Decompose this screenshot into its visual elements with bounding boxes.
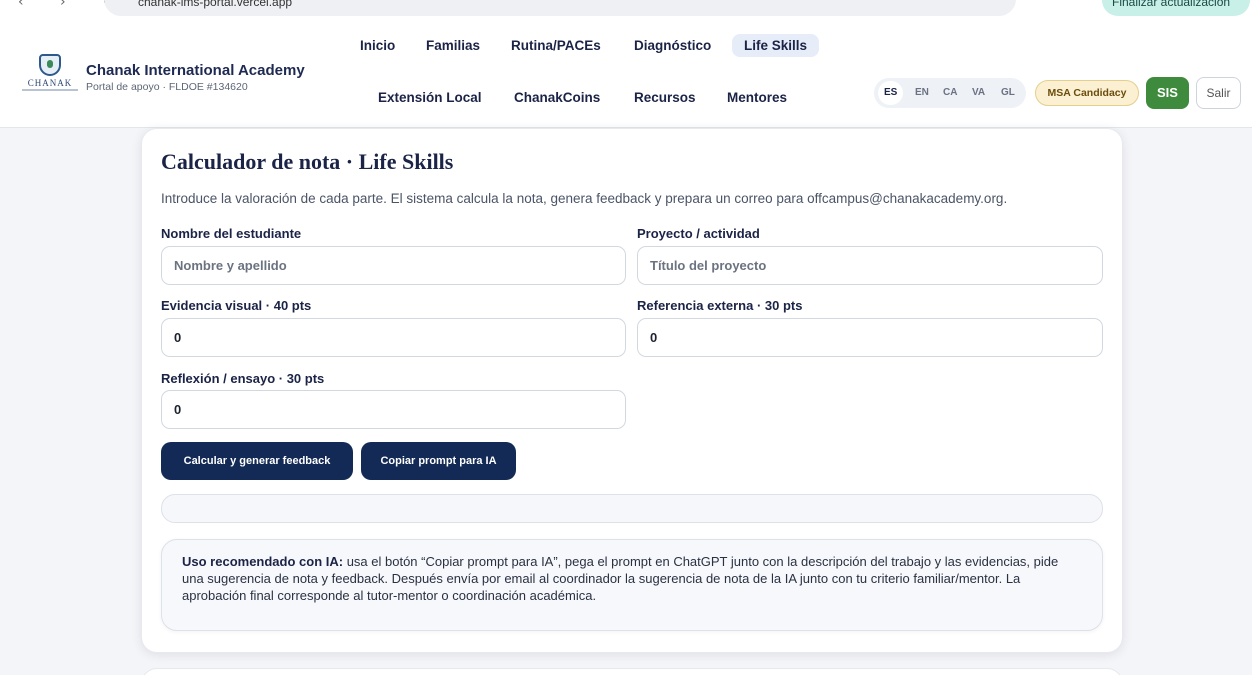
student-name-input[interactable] <box>161 246 626 285</box>
nav-familias[interactable]: Familias <box>426 38 480 53</box>
shield-icon <box>39 54 61 76</box>
logo-underline <box>22 89 78 91</box>
nav-rutina-paces[interactable]: Rutina/PACEs <box>511 38 601 53</box>
brand-name: Chanak International Academy <box>86 62 305 79</box>
brand-subtitle: Portal de apoyo · FLDOE #134620 <box>86 81 248 93</box>
project-input[interactable] <box>637 246 1103 285</box>
academy-logo[interactable]: CHANAK <box>22 54 78 94</box>
nav-mentores[interactable]: Mentores <box>727 90 787 105</box>
page-title: Calculador de nota · Life Skills <box>161 149 454 174</box>
browser-update-label[interactable]: Finalizar actualización <box>1112 0 1230 9</box>
lang-ca[interactable]: CA <box>943 87 957 98</box>
calculator-intro: Introduce la valoración de cada parte. E… <box>161 191 1008 206</box>
project-label: Proyecto / actividad <box>637 226 760 241</box>
nav-diagnostico[interactable]: Diagnóstico <box>634 38 711 53</box>
browser-toolbar: ‹ › ↻ chanak-lms-portal.vercel.app Final… <box>0 0 1252 18</box>
address-bar-url[interactable]: chanak-lms-portal.vercel.app <box>138 0 292 9</box>
nav-extension-local[interactable]: Extensión Local <box>378 90 482 105</box>
lang-va[interactable]: VA <box>972 87 985 98</box>
language-switcher: ES EN CA VA GL <box>874 78 1026 108</box>
visual-evidence-input[interactable] <box>161 318 626 357</box>
next-card <box>141 668 1123 675</box>
msa-candidacy-badge: MSA Candidacy <box>1035 80 1139 106</box>
copy-ai-prompt-button[interactable]: Copiar prompt para IA <box>361 442 516 480</box>
reflection-label: Reflexión / ensayo · 30 pts <box>161 371 325 386</box>
nav-recursos[interactable]: Recursos <box>634 90 696 105</box>
site-header: CHANAK Chanak International Academy Port… <box>0 18 1252 128</box>
reflection-input[interactable] <box>161 390 626 429</box>
nav-life-skills[interactable]: Life Skills <box>732 34 820 57</box>
visual-evidence-label: Evidencia visual · 40 pts <box>161 298 312 313</box>
sis-button[interactable]: SIS <box>1146 77 1189 109</box>
logo-wordmark: CHANAK <box>27 78 73 88</box>
lang-en[interactable]: EN <box>915 87 929 98</box>
grade-calculator-card: Calculador de nota · Life Skills Introdu… <box>141 128 1123 653</box>
lang-gl[interactable]: GL <box>1001 87 1015 98</box>
student-name-label: Nombre del estudiante <box>161 226 302 241</box>
result-output <box>161 494 1103 523</box>
nav-chanakcoins[interactable]: ChanakCoins <box>514 90 600 105</box>
ai-tip-heading: Uso recomendado con IA: <box>182 554 344 569</box>
calculate-feedback-button[interactable]: Calcular y generar feedback <box>161 442 353 480</box>
external-reference-label: Referencia externa · 30 pts <box>637 298 803 313</box>
nav-inicio[interactable]: Inicio <box>360 38 395 53</box>
lang-es[interactable]: ES <box>878 81 904 105</box>
ai-usage-tip: Uso recomendado con IA: usa el botón “Co… <box>161 539 1103 631</box>
external-reference-input[interactable] <box>637 318 1103 357</box>
logout-button[interactable]: Salir <box>1196 77 1241 109</box>
